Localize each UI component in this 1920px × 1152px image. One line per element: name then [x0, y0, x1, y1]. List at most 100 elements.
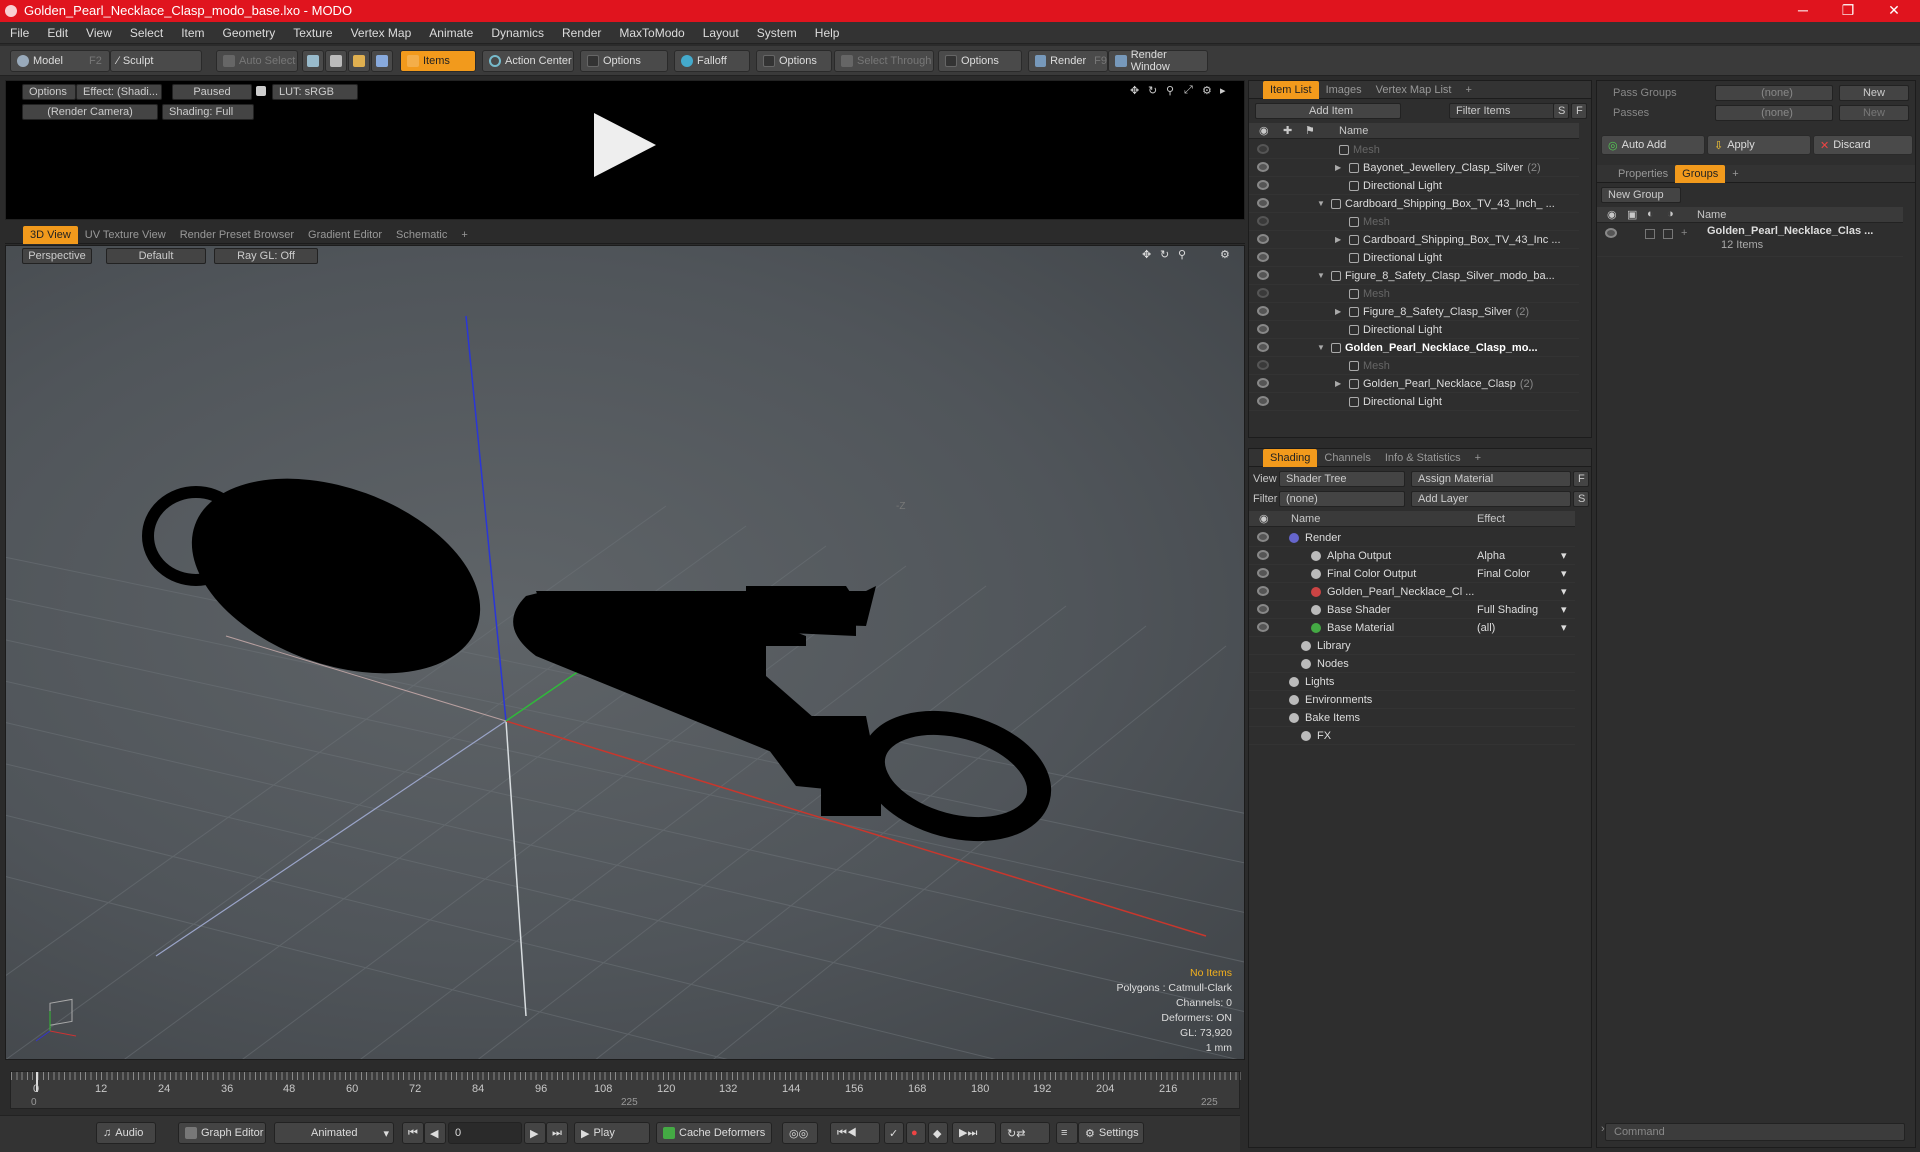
menu-item[interactable]: Item [181, 26, 204, 40]
new-pass-group-button[interactable]: New [1839, 85, 1909, 101]
menu-layout[interactable]: Layout [703, 26, 739, 40]
eye-icon[interactable] [1257, 180, 1269, 190]
item-row[interactable]: Directional Light [1249, 393, 1579, 411]
model-mode-button[interactable]: Model F2 [10, 50, 110, 72]
auto-select-button[interactable]: Auto Select [216, 50, 298, 72]
shader-row[interactable]: Golden_Pearl_Necklace_Cl ... ▾ [1249, 583, 1575, 601]
record-button[interactable]: ● [906, 1122, 926, 1144]
add-tab-button[interactable]: + [1458, 81, 1478, 99]
cache-deformers-button[interactable]: Cache Deformers [656, 1122, 772, 1144]
expand-arrow-icon[interactable]: ▶ [1335, 375, 1341, 393]
filter-f-toggle[interactable]: F [1571, 103, 1587, 119]
zoom-view-icon[interactable]: ⚲ [1178, 248, 1186, 261]
select-through-options-button[interactable]: Options [938, 50, 1022, 72]
key-nav-button[interactable]: ⏮◀ [830, 1122, 880, 1144]
render-window-button[interactable]: Render Window [1108, 49, 1208, 73]
tab-groups[interactable]: Groups [1675, 164, 1726, 183]
add-tab-button[interactable]: + [1468, 449, 1488, 467]
effect-value[interactable]: (all) [1477, 619, 1495, 637]
shader-row[interactable]: Render [1249, 529, 1575, 547]
item-row[interactable]: ▼ Cardboard_Shipping_Box_TV_43_Inch_ ... [1249, 195, 1579, 213]
tab-gradient-editor[interactable]: Gradient Editor [301, 226, 389, 244]
tab-info-statistics[interactable]: Info & Statistics [1378, 449, 1468, 467]
menu-render[interactable]: Render [562, 26, 601, 40]
shader-row[interactable]: Final Color Output Final Color ▾ [1249, 565, 1575, 583]
clasp-mesh[interactable] [142, 442, 1052, 846]
shader-row[interactable]: Base Shader Full Shading ▾ [1249, 601, 1575, 619]
effect-value[interactable]: Final Color [1477, 565, 1530, 583]
menu-vertex-map[interactable]: Vertex Map [351, 26, 412, 40]
chevron-down-icon[interactable]: ▾ [1561, 565, 1567, 583]
shader-row[interactable]: Base Material (all) ▾ [1249, 619, 1575, 637]
add-tab-button[interactable]: + [1725, 165, 1745, 183]
eye-icon[interactable] [1257, 568, 1269, 578]
timeline[interactable]: 0 12 24 36 48 60 72 84 96 108 120 132 14… [10, 1071, 1241, 1109]
3d-viewport[interactable]: Perspective Default Ray GL: Off ✥ ↻ ⚲ ⚙ … [5, 245, 1245, 1060]
eye-icon[interactable] [1257, 306, 1269, 316]
new-pass-button[interactable]: New [1839, 105, 1909, 121]
sculpt-mode-button[interactable]: ∕ Sculpt [110, 50, 202, 72]
passes-dropdown[interactable]: (none) [1715, 105, 1833, 121]
eye-icon[interactable] [1257, 162, 1269, 172]
key-tools-button[interactable]: ◎◎ [782, 1122, 818, 1144]
shading-dropdown[interactable]: Shading: Full [162, 104, 254, 120]
menu-animate[interactable]: Animate [429, 26, 473, 40]
preview-pause-button[interactable]: Paused [172, 84, 252, 100]
select-materials-button[interactable] [371, 50, 393, 72]
menu-dynamics[interactable]: Dynamics [491, 26, 544, 40]
play-preview-icon[interactable] [594, 113, 656, 177]
item-row[interactable]: ▶ Golden_Pearl_Necklace_Clasp (2) [1249, 375, 1579, 393]
item-row[interactable]: Mesh [1249, 213, 1579, 231]
falloff-options-button[interactable]: Options [756, 50, 832, 72]
gear-icon[interactable]: ⚙ [1220, 248, 1230, 261]
chevron-down-icon[interactable]: ▾ [1561, 583, 1567, 601]
action-center-button[interactable]: Action Center [482, 50, 574, 72]
menu-view[interactable]: View [86, 26, 112, 40]
tab-properties[interactable]: Properties [1611, 165, 1675, 183]
new-group-button[interactable]: New Group [1601, 187, 1681, 203]
key-button[interactable]: ◆ [928, 1122, 948, 1144]
item-row[interactable]: Mesh [1249, 285, 1579, 303]
auto-add-button[interactable]: ◎ Auto Add [1601, 135, 1705, 155]
tab-uv-texture-view[interactable]: UV Texture View [78, 226, 173, 244]
menu-texture[interactable]: Texture [293, 26, 332, 40]
tab-item-list[interactable]: Item List [1263, 80, 1319, 99]
filter-items-input[interactable]: Filter Items [1449, 103, 1561, 119]
move-view-icon[interactable]: ✥ [1130, 84, 1139, 97]
eye-icon[interactable] [1257, 252, 1269, 262]
discard-button[interactable]: ✕ Discard [1813, 135, 1913, 155]
tab-3d-view[interactable]: 3D View [23, 225, 78, 244]
select-vertices-button[interactable] [302, 50, 324, 72]
add-layer-dropdown[interactable]: Add Layer [1411, 491, 1571, 507]
add-tab-button[interactable]: + [454, 226, 474, 244]
items-mode-button[interactable]: Items [400, 50, 476, 72]
eye-icon[interactable] [1257, 234, 1269, 244]
eye-icon[interactable] [1257, 288, 1269, 298]
settings-button[interactable]: ⚙ Settings [1078, 1122, 1144, 1144]
rotate-view-icon[interactable]: ↻ [1160, 248, 1169, 261]
item-row[interactable]: Mesh [1249, 357, 1579, 375]
expand-arrow-icon[interactable]: ▶ [1335, 303, 1341, 321]
menu-system[interactable]: System [757, 26, 797, 40]
item-row[interactable]: Directional Light [1249, 249, 1579, 267]
step-back-button[interactable]: ◀ [424, 1122, 446, 1144]
key-tangent-button[interactable]: ✓ [884, 1122, 904, 1144]
eye-icon[interactable] [1257, 324, 1269, 334]
item-row[interactable]: ▼ Golden_Pearl_Necklace_Clasp_mo... [1249, 339, 1579, 357]
rotate-view-icon[interactable]: ↻ [1148, 84, 1157, 97]
shader-row[interactable]: Nodes [1249, 655, 1575, 673]
step-forward-button[interactable]: ▶ [524, 1122, 546, 1144]
assign-material-dropdown[interactable]: Assign Material [1411, 471, 1571, 487]
shader-row[interactable]: Lights [1249, 673, 1575, 691]
eye-icon[interactable] [1257, 622, 1269, 632]
eye-icon[interactable] [1257, 396, 1269, 406]
tab-schematic[interactable]: Schematic [389, 226, 454, 244]
falloff-button[interactable]: Falloff [674, 50, 750, 72]
menu-edit[interactable]: Edit [47, 26, 68, 40]
select-edges-button[interactable] [325, 50, 347, 72]
checkbox-icon[interactable] [1663, 229, 1673, 239]
tab-channels[interactable]: Channels [1317, 449, 1377, 467]
go-end-button[interactable]: ⏭ [546, 1122, 568, 1144]
menu-help[interactable]: Help [815, 26, 840, 40]
options-icon-button[interactable]: ≡ [1056, 1122, 1078, 1144]
